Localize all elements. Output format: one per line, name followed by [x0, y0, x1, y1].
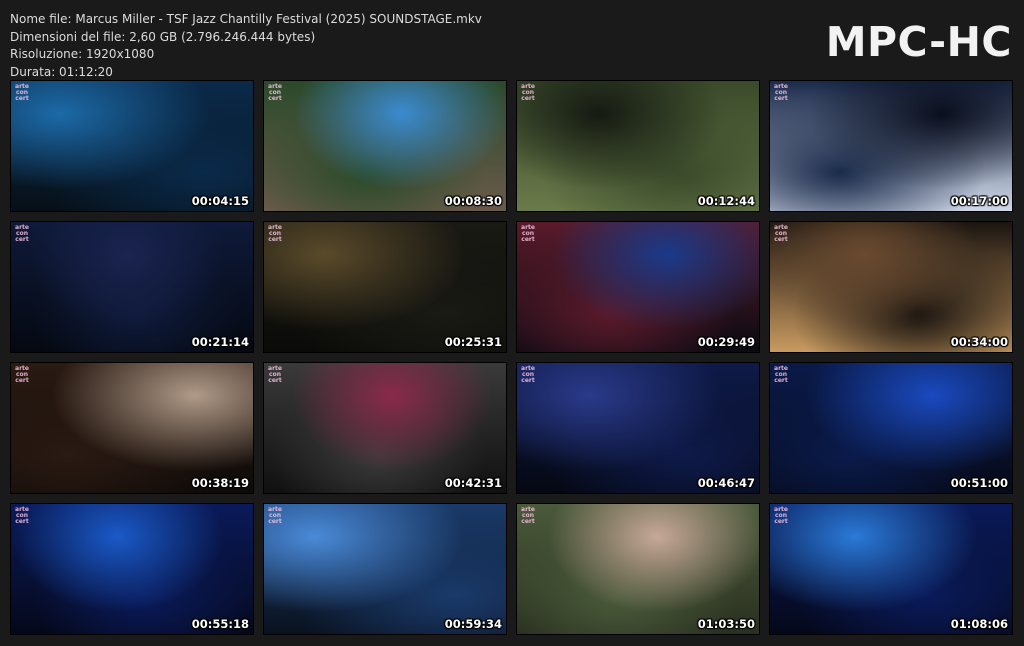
video-thumbnail: arte concert 00:08:30 [263, 80, 507, 212]
thumbnail-timestamp: 01:08:06 [950, 617, 1008, 631]
channel-watermark: arte concert [268, 83, 282, 102]
video-thumbnail: arte concert 00:04:15 [10, 80, 254, 212]
video-thumbnail: arte concert 00:12:44 [516, 80, 760, 212]
thumbnail-timestamp: 00:12:44 [697, 194, 755, 208]
channel-watermark: arte concert [774, 506, 788, 525]
thumbnail-frame [264, 222, 506, 352]
channel-watermark: arte concert [15, 365, 29, 384]
thumbnail-frame [264, 504, 506, 634]
thumbnail-timestamp: 00:59:34 [444, 617, 502, 631]
thumbnail-timestamp: 00:21:14 [191, 335, 249, 349]
thumbnail-grid: arte concert 00:04:15 arte concert 00:08:30… [0, 0, 1024, 646]
thumbnail-frame [517, 81, 759, 211]
thumbnail-frame [264, 363, 506, 493]
thumbnail-frame [11, 81, 253, 211]
channel-watermark: arte concert [521, 365, 535, 384]
thumbnail-frame [517, 363, 759, 493]
thumbnail-timestamp: 00:25:31 [444, 335, 502, 349]
video-thumbnail: arte concert 00:59:34 [263, 503, 507, 635]
channel-watermark: arte concert [268, 365, 282, 384]
video-thumbnail: arte concert 00:38:19 [10, 362, 254, 494]
thumbnail-timestamp: 00:55:18 [191, 617, 249, 631]
video-thumbnail: arte concert 00:29:49 [516, 221, 760, 353]
video-thumbnail: arte concert 01:08:06 [769, 503, 1013, 635]
channel-watermark: arte concert [521, 224, 535, 243]
thumbnail-timestamp: 00:46:47 [697, 476, 755, 490]
thumbnail-timestamp: 00:04:15 [191, 194, 249, 208]
thumbnail-frame [11, 222, 253, 352]
thumbnail-frame [11, 504, 253, 634]
video-thumbnail: arte concert 01:03:50 [516, 503, 760, 635]
thumbnail-frame [264, 81, 506, 211]
video-thumbnail: arte concert 00:25:31 [263, 221, 507, 353]
video-thumbnail: arte concert 00:51:00 [769, 362, 1013, 494]
video-thumbnail: arte concert 00:55:18 [10, 503, 254, 635]
channel-watermark: arte concert [15, 224, 29, 243]
thumbnail-frame [11, 363, 253, 493]
thumbnail-timestamp: 00:08:30 [444, 194, 502, 208]
thumbnail-timestamp: 00:34:00 [950, 335, 1008, 349]
channel-watermark: arte concert [521, 83, 535, 102]
thumbnail-frame [517, 222, 759, 352]
video-thumbnail: arte concert 00:34:00 [769, 221, 1013, 353]
thumbnail-timestamp: 00:17:00 [950, 194, 1008, 208]
channel-watermark: arte concert [15, 83, 29, 102]
channel-watermark: arte concert [268, 224, 282, 243]
thumbnail-timestamp: 01:03:50 [697, 617, 755, 631]
thumbnail-frame [770, 504, 1012, 634]
video-thumbnail: arte concert 00:21:14 [10, 221, 254, 353]
video-thumbnail: arte concert 00:42:31 [263, 362, 507, 494]
thumbnail-frame [517, 504, 759, 634]
thumbnail-timestamp: 00:51:00 [950, 476, 1008, 490]
channel-watermark: arte concert [521, 506, 535, 525]
thumbnail-timestamp: 00:29:49 [697, 335, 755, 349]
channel-watermark: arte concert [774, 365, 788, 384]
channel-watermark: arte concert [15, 506, 29, 525]
channel-watermark: arte concert [268, 506, 282, 525]
video-thumbnail: arte concert 00:17:00 [769, 80, 1013, 212]
video-thumbnail: arte concert 00:46:47 [516, 362, 760, 494]
thumbnail-timestamp: 00:42:31 [444, 476, 502, 490]
channel-watermark: arte concert [774, 224, 788, 243]
thumbnail-frame [770, 222, 1012, 352]
thumbnail-frame [770, 81, 1012, 211]
thumbnail-frame [770, 363, 1012, 493]
thumbnail-timestamp: 00:38:19 [191, 476, 249, 490]
channel-watermark: arte concert [774, 83, 788, 102]
